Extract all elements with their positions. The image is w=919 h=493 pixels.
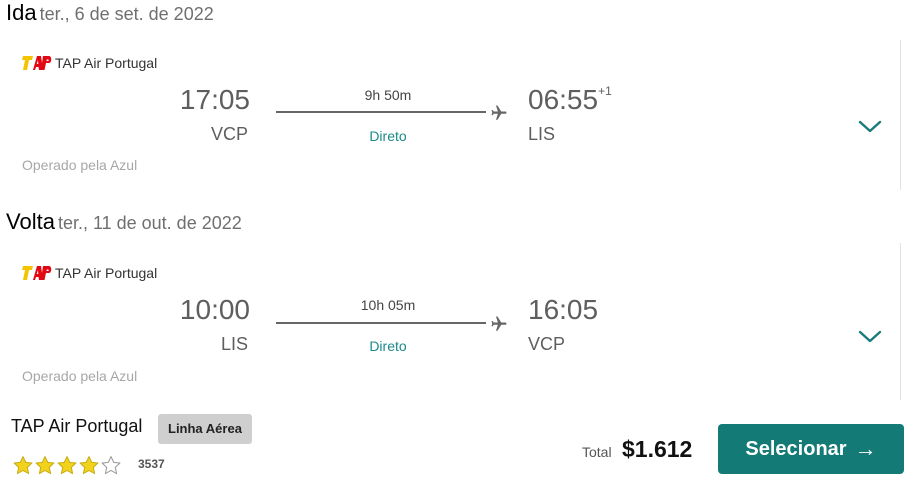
inbound-operated-by: Operado pela Azul <box>22 368 138 384</box>
airplane-icon <box>491 316 507 331</box>
inbound-departure-code: LIS <box>220 334 248 354</box>
star-filled-icon <box>79 456 99 475</box>
star-empty-icon <box>101 456 121 475</box>
tap-logo-icon <box>22 56 52 70</box>
outbound-departure-time: 17:05 <box>179 84 250 115</box>
inbound-stops: Direto <box>369 338 407 354</box>
total-price: $1.612 <box>622 436 693 462</box>
outbound-route-line <box>276 111 486 113</box>
outbound-arrival-time: 06:55+1 <box>528 84 612 116</box>
select-button[interactable]: Selecionar → <box>718 424 904 474</box>
inbound-header: Volta ter., 11 de out. de 2022 <box>6 209 242 235</box>
summary-airline-name: TAP Air Portugal <box>11 416 143 436</box>
outbound-stops: Direto <box>369 128 407 144</box>
card-divider <box>900 243 901 400</box>
inbound-expand-chevron-icon[interactable] <box>858 329 882 345</box>
outbound-airline-name: TAP Air Portugal <box>55 55 158 71</box>
arrow-right-icon: → <box>854 436 877 461</box>
rating-stars <box>12 455 122 476</box>
outbound-direction-label: Ida <box>6 0 37 25</box>
inbound-duration: 10h 05m <box>360 297 416 313</box>
inbound-direction-label: Volta <box>6 209 55 234</box>
tap-logo-icon <box>22 266 52 280</box>
outbound-expand-chevron-icon[interactable] <box>858 119 882 135</box>
outbound-duration: 9h 50m <box>364 87 412 103</box>
inbound-arrival-code: VCP <box>528 334 566 354</box>
star-filled-icon <box>57 456 77 475</box>
outbound-arrival-time-value: 06:55 <box>528 84 599 115</box>
outbound-arrival-day-offset: +1 <box>598 83 612 98</box>
outbound-date: ter., 6 de set. de 2022 <box>39 4 214 24</box>
outbound-header: Ida ter., 6 de set. de 2022 <box>6 0 214 26</box>
star-filled-icon <box>13 456 33 475</box>
outbound-operated-by: Operado pela Azul <box>22 157 138 173</box>
outbound-airline: TAP Air Portugal <box>22 54 157 72</box>
total-label: Total <box>582 444 612 460</box>
inbound-airline: TAP Air Portugal <box>22 264 157 282</box>
inbound-airline-name: TAP Air Portugal <box>55 265 158 281</box>
inbound-arrival-time: 16:05 <box>528 294 599 325</box>
outbound-departure-code: VCP <box>210 124 248 144</box>
airplane-icon <box>491 105 507 120</box>
inbound-date: ter., 11 de out. de 2022 <box>57 213 242 233</box>
select-button-label: Selecionar <box>745 437 847 460</box>
card-divider <box>900 40 901 190</box>
star-filled-icon <box>35 456 55 475</box>
inbound-route-line <box>276 322 486 324</box>
inbound-departure-time: 10:00 <box>179 294 250 325</box>
outbound-arrival-code: LIS <box>528 124 556 144</box>
reviews-count: 3537 <box>138 457 165 471</box>
airline-type-badge: Linha Aérea <box>158 414 252 444</box>
